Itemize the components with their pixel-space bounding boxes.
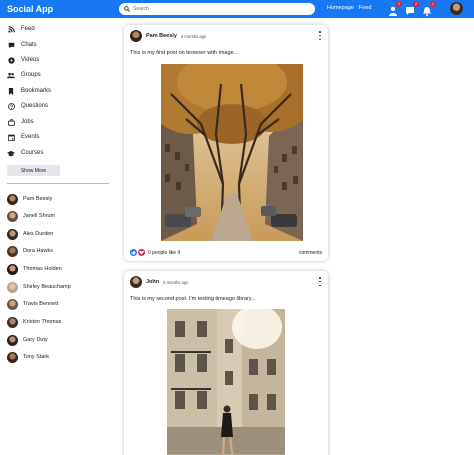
sidebar-item-questions[interactable]: Questions	[7, 101, 48, 111]
bell-icon[interactable]: 1	[422, 1, 436, 16]
avatar	[7, 228, 18, 240]
friend-item[interactable]: Tony Stark	[7, 351, 49, 363]
friend-name: Dora Hawks	[23, 248, 53, 254]
post-date: 5 months ago	[180, 33, 207, 39]
friend-item[interactable]: Kristen Thomas	[7, 316, 61, 328]
avatar	[7, 351, 18, 363]
right-bar	[336, 18, 474, 455]
avatar	[7, 210, 18, 222]
sidebar-item-label: Questions	[21, 103, 49, 109]
friend-item[interactable]: Shirley Beauchamp	[7, 281, 71, 293]
post-image	[167, 309, 285, 455]
sidebar-item-feed[interactable]: Feed	[7, 24, 35, 34]
comments-link[interactable]: comments	[299, 250, 322, 256]
school-icon	[7, 149, 15, 157]
friend-item[interactable]: Travis Bennett	[7, 298, 58, 310]
friend-item[interactable]: Alex Durden	[7, 228, 53, 240]
feed: Pam Beesly 5 months ago This is my first…	[118, 18, 336, 455]
search-icon	[124, 6, 130, 12]
sidebar-item-label: Events	[21, 134, 40, 140]
sidebar-item-label: Feed	[21, 26, 35, 32]
avatar	[7, 316, 18, 328]
nav-link-homepage[interactable]: Homepage	[327, 5, 354, 11]
sidebar: Feed Chats Videos Groups Bookmarks Quest…	[0, 18, 118, 455]
sidebar-item-label: Jobs	[21, 119, 34, 125]
app-logo[interactable]: Social App	[7, 4, 115, 14]
group-icon	[7, 71, 15, 79]
sidebar-item-label: Bookmarks	[21, 88, 52, 94]
post-text: This is my second post. I'm testing time…	[130, 296, 256, 302]
sidebar-item-chats[interactable]: Chats	[7, 40, 37, 50]
chat-icon	[7, 41, 15, 49]
post-text: This is my first post on browser with im…	[130, 50, 239, 56]
search-bar[interactable]	[119, 3, 315, 15]
avatar	[7, 245, 18, 257]
sidebar-item-label: Videos	[21, 57, 40, 63]
work-icon	[7, 118, 15, 126]
search-input[interactable]	[133, 6, 303, 12]
friend-name: Thomas Holden	[23, 266, 62, 272]
friend-item[interactable]: Pam Beesly	[7, 193, 52, 205]
sidebar-item-label: Courses	[21, 150, 44, 156]
nav-link-feed[interactable]: Feed	[359, 5, 372, 11]
profile-avatar[interactable]	[450, 2, 463, 15]
friend-name: Tony Stark	[23, 354, 49, 360]
friend-name: Pam Beesly	[23, 196, 53, 202]
notification-badge: 1	[396, 1, 402, 7]
top-bar: Social App Homepage Feed 1 2 1	[0, 0, 474, 18]
sidebar-item-bookmarks[interactable]: Bookmarks	[7, 86, 51, 96]
like-count: 0 people like it	[148, 249, 180, 256]
friend-item[interactable]: Gary Duty	[7, 334, 48, 346]
like-icon[interactable]	[130, 249, 137, 256]
more-vert-icon[interactable]	[318, 277, 322, 286]
person-icon[interactable]: 1	[388, 1, 402, 16]
sidebar-item-videos[interactable]: Videos	[7, 55, 39, 65]
post-author[interactable]: John	[146, 279, 159, 285]
sidebar-item-courses[interactable]: Courses	[7, 148, 43, 158]
avatar	[7, 193, 18, 205]
post-author[interactable]: Pam Beesly	[146, 33, 177, 39]
avatar	[7, 334, 18, 346]
avatar[interactable]	[130, 276, 142, 288]
sidebar-divider	[7, 183, 109, 184]
friend-item[interactable]: Janell Shrum	[7, 210, 55, 222]
notification-badge: 1	[430, 1, 436, 7]
chat-icon[interactable]: 2	[405, 1, 419, 15]
sidebar-item-jobs[interactable]: Jobs	[7, 117, 34, 127]
avatar	[7, 263, 18, 275]
heart-icon[interactable]	[138, 249, 145, 256]
friend-name: Shirley Beauchamp	[23, 284, 71, 290]
friend-item[interactable]: Dora Hawks	[7, 245, 53, 257]
bookmark-icon	[7, 87, 15, 95]
more-vert-icon[interactable]	[318, 31, 322, 40]
friend-name: Gary Duty	[23, 337, 48, 343]
avatar[interactable]	[130, 30, 142, 42]
show-more-button[interactable]: Show More	[7, 165, 60, 176]
friend-item[interactable]: Thomas Holden	[7, 263, 62, 275]
post-image	[161, 64, 303, 241]
friend-name: Janell Shrum	[23, 213, 56, 219]
avatar	[7, 281, 18, 293]
avatar	[7, 298, 18, 310]
sidebar-item-groups[interactable]: Groups	[7, 70, 41, 80]
post-card: John 5 months ago This is my second post…	[124, 271, 328, 455]
friend-name: Alex Durden	[23, 231, 54, 237]
play-circle-icon	[7, 56, 15, 64]
sidebar-item-label: Chats	[21, 42, 37, 48]
notification-badge: 2	[413, 1, 419, 7]
post-card: Pam Beesly 5 months ago This is my first…	[124, 25, 328, 261]
friend-name: Kristen Thomas	[23, 319, 62, 325]
friend-name: Travis Bennett	[23, 301, 59, 307]
help-circle-icon	[7, 102, 15, 110]
post-date: 5 months ago	[163, 279, 189, 285]
rss-icon	[7, 25, 15, 33]
event-icon	[7, 133, 15, 141]
sidebar-item-events[interactable]: Events	[7, 132, 39, 142]
sidebar-item-label: Groups	[21, 72, 41, 78]
